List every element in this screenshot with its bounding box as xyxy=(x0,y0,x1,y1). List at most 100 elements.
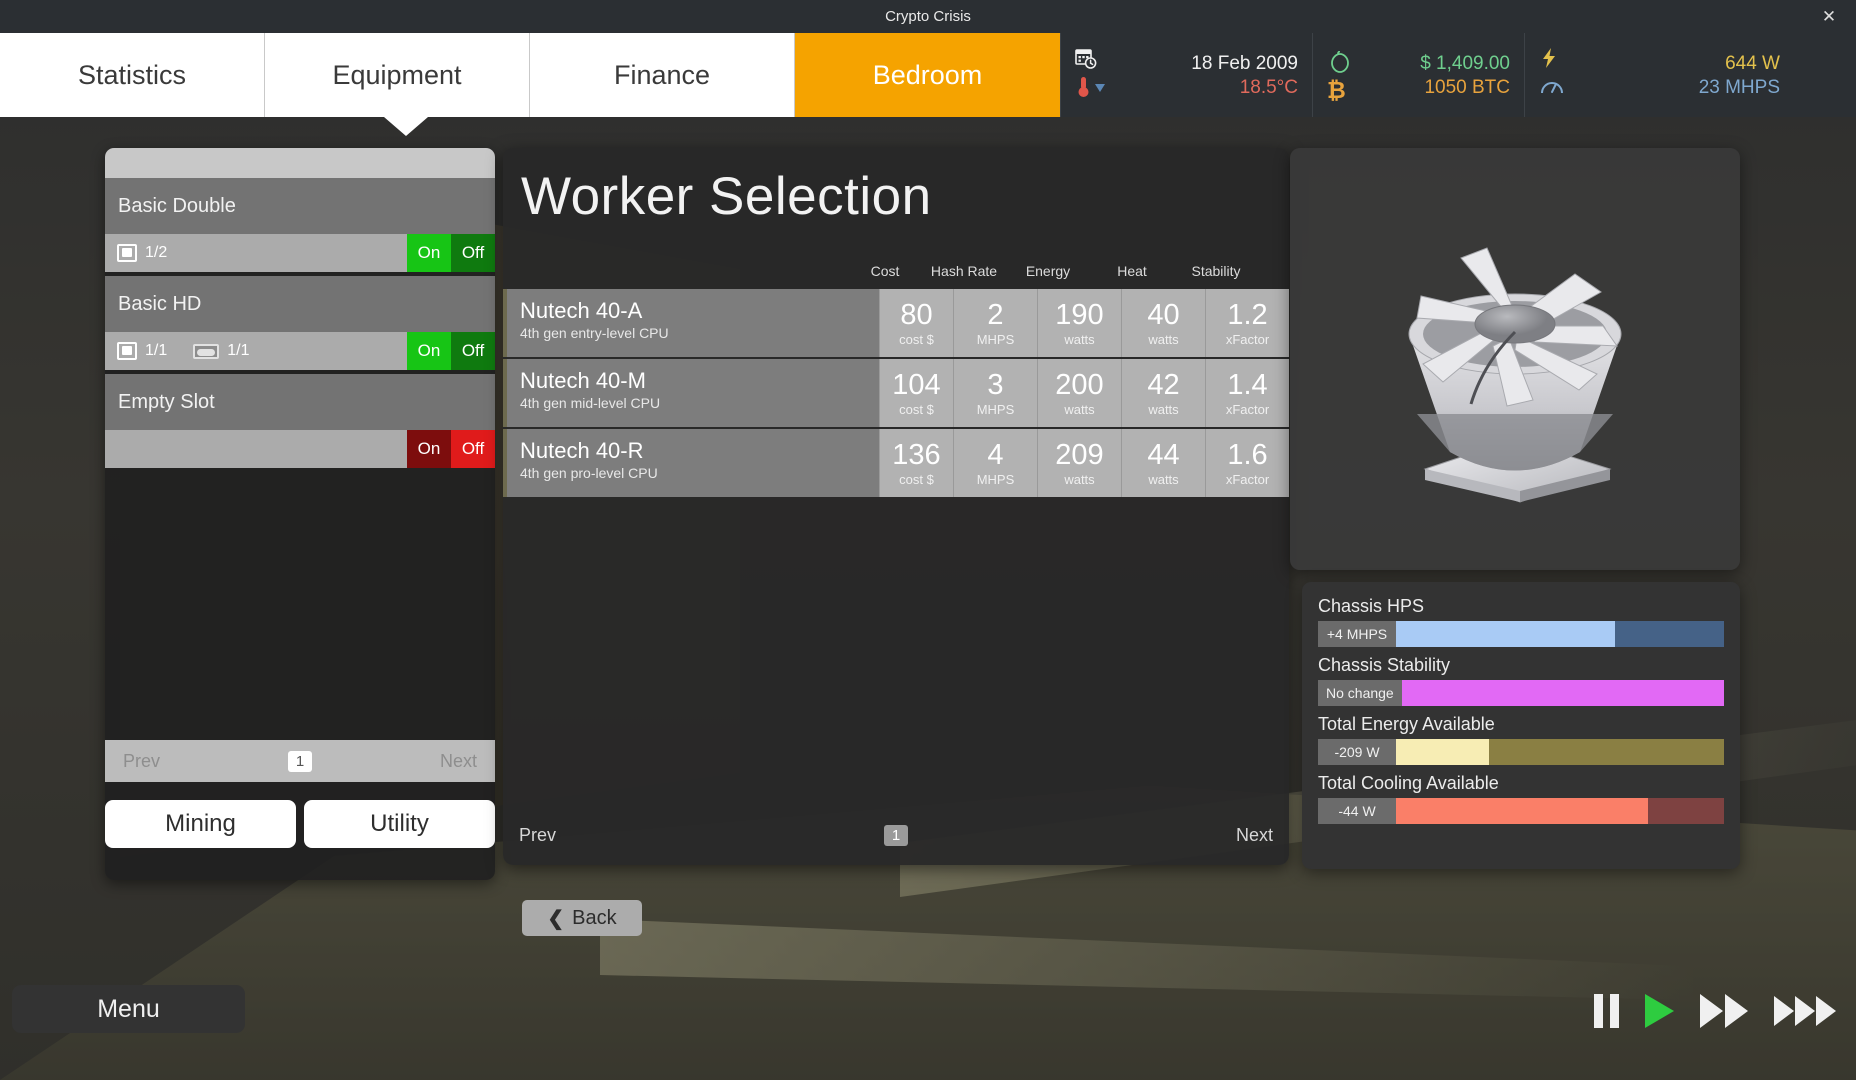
worker-hash-cell: 3 MHPS xyxy=(953,359,1037,427)
ultra-forward-icon xyxy=(1795,996,1815,1026)
column-header-cost: Cost xyxy=(848,263,922,289)
worker-hash-value: 4 xyxy=(987,440,1003,470)
title-bar: Crypto Crisis ✕ xyxy=(0,0,1856,33)
worker-next-button[interactable]: Next xyxy=(1236,825,1273,846)
slot-title: Empty Slot xyxy=(105,374,495,430)
status-btc: 1050 BTC xyxy=(1424,76,1510,99)
status-bar: 18 Feb 2009 18.5°C ₿ $ 1,409.00 1050 BTC… xyxy=(1060,33,1856,117)
item-preview-panel xyxy=(1290,148,1740,570)
slot-power-on-button[interactable]: On xyxy=(407,430,451,468)
total-cooling-delta: -44 W xyxy=(1318,798,1396,824)
window-title: Crypto Crisis xyxy=(885,8,971,25)
play-button[interactable] xyxy=(1645,994,1674,1028)
worker-energy-unit: watts xyxy=(1064,402,1094,417)
worker-cost-cell: 80 cost $ xyxy=(879,289,953,357)
fast-forward-icon xyxy=(1725,994,1748,1028)
fast-forward-icon xyxy=(1700,994,1723,1028)
ultra-forward-icon xyxy=(1816,996,1836,1026)
slot-row: 1/1 1/1 On Off xyxy=(105,332,495,370)
close-icon[interactable]: ✕ xyxy=(1814,0,1844,33)
worker-name-cell: Nutech 40-M 4th gen mid-level CPU xyxy=(507,359,879,427)
worker-energy-value: 200 xyxy=(1055,370,1103,400)
fast-forward-button[interactable] xyxy=(1700,994,1748,1028)
worker-stability-unit: xFactor xyxy=(1226,332,1269,347)
worker-description: 4th gen entry-level CPU xyxy=(520,324,879,343)
equipment-page-number[interactable]: 1 xyxy=(288,751,312,772)
cpu-cooler-fan-3d-model xyxy=(1365,214,1665,504)
chassis-hps-bar: +4 MHPS xyxy=(1318,621,1724,647)
back-button[interactable]: ❮ Back xyxy=(522,900,642,936)
worker-description: 4th gen mid-level CPU xyxy=(520,394,879,413)
equipment-slot[interactable]: Basic HD 1/1 1/1 On Off xyxy=(105,276,495,370)
chassis-hps-label: Chassis HPS xyxy=(1318,596,1724,617)
chassis-hps-remainder xyxy=(1615,621,1724,647)
back-button-label: Back xyxy=(572,907,616,930)
equipment-slot[interactable]: Empty Slot On Off xyxy=(105,374,495,468)
worker-hash-value: 2 xyxy=(987,300,1003,330)
equipment-slot[interactable]: Basic Double 1/2 On Off xyxy=(105,178,495,272)
worker-row[interactable]: Nutech 40-A 4th gen entry-level CPU 80 c… xyxy=(503,289,1289,357)
ultra-forward-button[interactable] xyxy=(1774,996,1836,1026)
worker-heat-unit: watts xyxy=(1148,402,1178,417)
active-tab-pointer xyxy=(384,117,428,136)
total-cooling-label: Total Cooling Available xyxy=(1318,773,1724,794)
status-temperature: 18.5°C xyxy=(1240,76,1298,99)
column-header-heat: Heat xyxy=(1090,263,1174,289)
worker-cost-cell: 104 cost $ xyxy=(879,359,953,427)
chassis-stability-bar: No change xyxy=(1318,680,1724,706)
panel-drag-handle[interactable] xyxy=(105,148,495,178)
equipment-pager: Prev 1 Next xyxy=(105,740,495,782)
page-title: Worker Selection xyxy=(521,166,932,227)
category-tab-mining[interactable]: Mining xyxy=(105,800,296,848)
pause-icon xyxy=(1594,994,1619,1028)
slot-power-off-button[interactable]: Off xyxy=(451,234,495,272)
chevron-left-icon: ❮ xyxy=(547,906,564,931)
worker-hash-cell: 4 MHPS xyxy=(953,429,1037,497)
slot-parts xyxy=(105,430,407,468)
tab-equipment[interactable]: Equipment xyxy=(265,33,530,117)
worker-name: Nutech 40-A xyxy=(520,298,879,324)
worker-row[interactable]: Nutech 40-M 4th gen mid-level CPU 104 co… xyxy=(503,359,1289,427)
equipment-next-button[interactable]: Next xyxy=(440,751,477,772)
status-group-date[interactable]: 18 Feb 2009 18.5°C xyxy=(1060,33,1312,117)
total-energy-delta: -209 W xyxy=(1318,739,1396,765)
menu-button[interactable]: Menu xyxy=(12,985,245,1033)
equipment-category-tabs: Mining Utility xyxy=(105,800,495,848)
total-cooling-remainder xyxy=(1648,798,1724,824)
worker-cost-value: 80 xyxy=(900,300,932,330)
gauge-icon xyxy=(1539,76,1565,103)
chassis-stat: Chassis HPS +4 MHPS xyxy=(1318,596,1724,647)
worker-row[interactable]: Nutech 40-R 4th gen pro-level CPU 136 co… xyxy=(503,429,1289,497)
worker-energy-value: 209 xyxy=(1055,440,1103,470)
column-header-energy: Energy xyxy=(1006,263,1090,289)
worker-name: Nutech 40-R xyxy=(520,438,879,464)
worker-stability-value: 1.6 xyxy=(1227,440,1267,470)
worker-energy-cell: 200 watts xyxy=(1037,359,1121,427)
calendar-clock-icon xyxy=(1075,48,1097,74)
slot-power-off-button[interactable]: Off xyxy=(451,430,495,468)
tab-bedroom[interactable]: Bedroom xyxy=(795,33,1060,117)
slot-power-off-button[interactable]: Off xyxy=(451,332,495,370)
worker-stability-unit: xFactor xyxy=(1226,472,1269,487)
worker-cost-unit: cost $ xyxy=(899,472,934,487)
worker-page-number[interactable]: 1 xyxy=(884,825,908,846)
tab-finance[interactable]: Finance xyxy=(530,33,795,117)
status-group-power[interactable]: 644 W 23 MHPS xyxy=(1524,33,1794,117)
status-hashrate: 23 MHPS xyxy=(1699,76,1780,99)
worker-cost-value: 136 xyxy=(892,440,940,470)
worker-prev-button[interactable]: Prev xyxy=(519,825,556,846)
slot-title: Basic Double xyxy=(105,178,495,234)
worker-hash-unit: MHPS xyxy=(977,402,1015,417)
gpu-icon xyxy=(193,344,219,359)
category-tab-utility[interactable]: Utility xyxy=(304,800,495,848)
worker-pager: Prev 1 Next xyxy=(503,817,1289,853)
status-group-money[interactable]: ₿ $ 1,409.00 1050 BTC xyxy=(1312,33,1524,117)
slot-power-on-button[interactable]: On xyxy=(407,234,451,272)
slot-row: 1/2 On Off xyxy=(105,234,495,272)
slot-power-on-button[interactable]: On xyxy=(407,332,451,370)
chassis-stat: Total Cooling Available -44 W xyxy=(1318,773,1724,824)
worker-hash-cell: 2 MHPS xyxy=(953,289,1037,357)
tab-statistics[interactable]: Statistics xyxy=(0,33,265,117)
pause-button[interactable] xyxy=(1594,994,1619,1028)
equipment-prev-button[interactable]: Prev xyxy=(123,751,160,772)
